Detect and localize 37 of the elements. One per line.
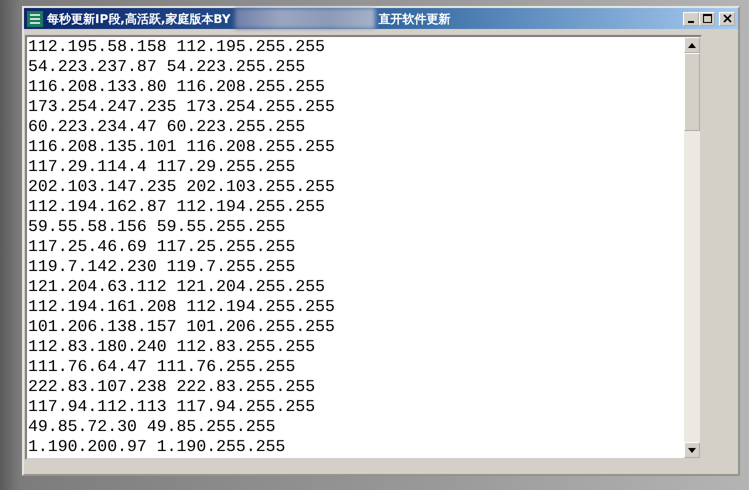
text-line: 116.208.133.80 116.208.255.255 — [28, 77, 326, 97]
maximize-icon — [702, 14, 712, 23]
text-line: 111.76.64.47 111.76.255.255 — [28, 357, 296, 377]
minimize-button[interactable] — [683, 12, 699, 26]
text-line: 112.83.180.240 112.83.255.255 — [28, 337, 316, 357]
text-line: 1.190.200.97 1.190.255.255 — [28, 437, 286, 457]
scroll-up-button[interactable] — [684, 37, 700, 53]
text-line: 60.223.234.47 60.223.255.255 — [28, 117, 306, 137]
scroll-thumb[interactable] — [684, 53, 700, 131]
window-title: 每秒更新IP段,高活跃,家庭版本BY — [47, 10, 231, 28]
minimize-icon — [688, 20, 694, 22]
app-icon — [27, 10, 43, 26]
close-button[interactable] — [719, 12, 735, 26]
text-line: 101.206.138.157 101.206.255.255 — [28, 317, 335, 337]
up-arrow-icon — [688, 42, 696, 48]
maximize-button[interactable] — [699, 12, 715, 26]
text-line: 119.7.142.230 119.7.255.255 — [28, 257, 296, 277]
close-icon — [722, 14, 732, 23]
window-title: 直开软件更新 — [378, 10, 451, 28]
scrollbar[interactable] — [684, 37, 700, 458]
text-line: 112.194.161.208 112.194.255.255 — [28, 297, 335, 317]
text-line: 112.194.162.87 112.194.255.255 — [28, 197, 326, 217]
text-line: 222.83.107.238 222.83.255.255 — [28, 377, 316, 397]
text-line: 54.223.237.87 54.223.255.255 — [28, 57, 306, 77]
text-line: 49.85.72.30 49.85.255.255 — [28, 417, 276, 437]
text-area[interactable] — [27, 37, 684, 458]
scroll-down-button[interactable] — [684, 442, 700, 458]
text-line: 112.195.58.158 112.195.255.255 — [28, 37, 326, 57]
text-line: 59.55.58.156 59.55.255.255 — [28, 217, 286, 237]
text-line: 117.94.112.113 117.94.255.255 — [28, 397, 316, 417]
down-arrow-icon — [688, 448, 696, 452]
text-line: 173.254.247.235 173.254.255.255 — [28, 97, 335, 117]
text-line: 202.103.147.235 202.103.255.255 — [28, 177, 335, 197]
text-line: 116.208.135.101 116.208.255.255 — [28, 137, 335, 157]
text-line: 117.29.114.4 117.29.255.255 — [28, 157, 296, 177]
text-line: 121.204.63.112 121.204.255.255 — [28, 277, 326, 297]
text-line: 117.25.46.69 117.25.255.255 — [28, 237, 296, 257]
